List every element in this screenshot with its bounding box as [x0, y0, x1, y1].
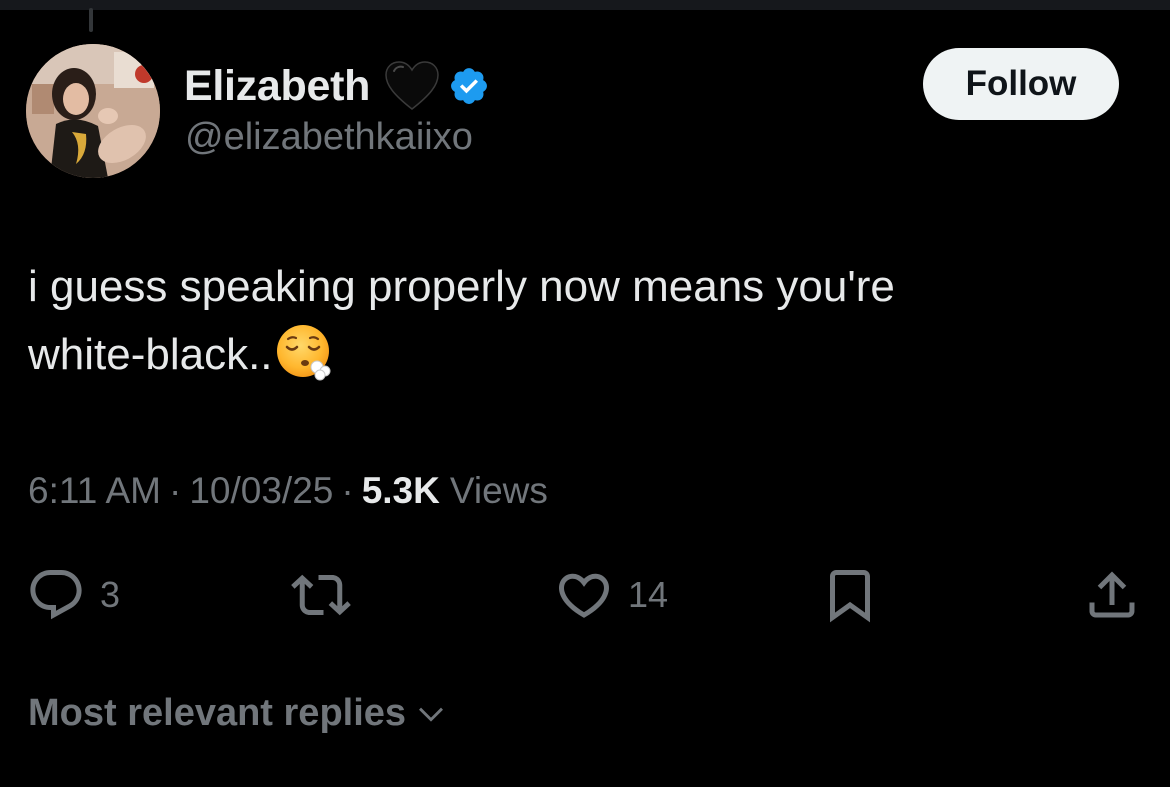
avatar-photo	[26, 44, 160, 178]
meta-separator: ·	[341, 470, 354, 511]
author-handle[interactable]: @elizabethkaiixo	[185, 116, 473, 159]
retweet-icon	[291, 574, 351, 616]
author-display-name[interactable]: Elizabeth	[184, 62, 370, 111]
bookmark-icon	[830, 570, 870, 623]
like-count: 14	[628, 574, 669, 615]
bookmark-button[interactable]	[820, 560, 880, 630]
heart-icon	[558, 573, 610, 618]
reply-icon	[30, 570, 82, 620]
tweet-time[interactable]: 6:11 AM	[28, 470, 161, 512]
thread-connector-line	[89, 8, 93, 32]
face-exhaling-emoji-icon	[276, 325, 331, 381]
replies-sort-dropdown[interactable]: Most relevant replies	[28, 692, 448, 735]
share-icon	[1089, 571, 1135, 618]
reply-count: 3	[100, 574, 121, 615]
chevron-down-icon	[419, 707, 444, 722]
tweet-text-line-2: white-black..	[28, 330, 273, 379]
author-name-row[interactable]: Elizabeth	[184, 58, 490, 114]
black-heart-icon	[385, 61, 439, 110]
tweet-meta: 6:11 AM · 10/03/25 · 5.3K Views	[28, 470, 548, 512]
retweet-button[interactable]	[288, 560, 368, 630]
views-count[interactable]: 5.3K	[362, 470, 440, 512]
tweet-actions-bar: 3 14	[0, 560, 1170, 630]
tweet-text-line-1: i guess speaking properly now means you'…	[28, 262, 895, 311]
views-label[interactable]: Views	[450, 470, 548, 512]
top-divider	[0, 0, 1170, 10]
avatar[interactable]	[26, 44, 160, 178]
share-button[interactable]	[1082, 560, 1142, 630]
like-button[interactable]: 14	[554, 560, 668, 630]
reply-button[interactable]: 3	[26, 560, 120, 630]
tweet-date[interactable]: 10/03/25	[189, 470, 333, 512]
verified-badge-icon[interactable]	[448, 65, 490, 107]
replies-sort-label: Most relevant replies	[28, 692, 407, 734]
tweet-text: i guess speaking properly now means you'…	[28, 253, 1138, 389]
follow-button[interactable]: Follow	[923, 48, 1119, 120]
meta-separator: ·	[169, 470, 182, 511]
